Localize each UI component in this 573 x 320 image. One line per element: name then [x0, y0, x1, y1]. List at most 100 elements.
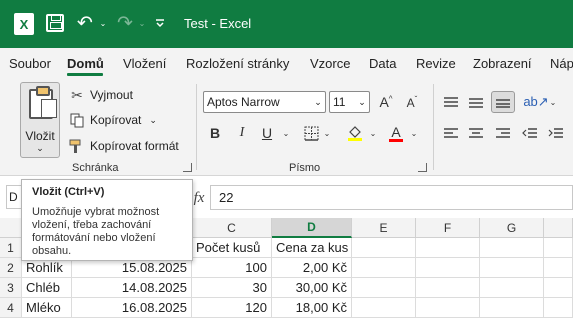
cell-h4[interactable]	[544, 298, 573, 318]
cell-e2[interactable]	[352, 258, 416, 278]
cell-f3[interactable]	[416, 278, 480, 298]
increase-font-size-button[interactable]: A^	[377, 91, 395, 113]
cell-h2[interactable]	[544, 258, 573, 278]
cell-b2[interactable]: 15.08.2025	[72, 258, 192, 278]
tab-domu[interactable]: Domů	[67, 56, 104, 71]
title-bar: X ↶ ⌄ ↷ ⌄ Test - Excel	[0, 0, 573, 48]
underline-dropdown-icon[interactable]: ⌄	[281, 122, 291, 144]
decrease-indent-icon	[522, 128, 537, 138]
tab-soubor[interactable]: Soubor	[9, 56, 51, 71]
cell-c3[interactable]: 30	[192, 278, 272, 298]
row-header-2[interactable]: 2	[0, 258, 22, 278]
active-tab-indicator	[67, 73, 103, 76]
tab-data[interactable]: Data	[369, 56, 396, 71]
clipboard-dialog-launcher-icon[interactable]	[183, 163, 192, 172]
row-header-1[interactable]: 1	[0, 238, 22, 258]
cell-h3[interactable]	[544, 278, 573, 298]
tab-vlozeni[interactable]: Vložení	[123, 56, 166, 71]
align-center-button[interactable]	[466, 122, 486, 144]
align-right-button[interactable]	[493, 122, 513, 144]
decrease-font-size-button[interactable]: Aˇ	[403, 91, 421, 113]
column-header-f[interactable]: F	[416, 218, 480, 238]
cell-h1[interactable]	[544, 238, 573, 258]
excel-logo-icon[interactable]: X	[14, 13, 34, 35]
cell-d3[interactable]: 30,00 Kč	[272, 278, 352, 298]
chevron-down-icon[interactable]: ⌄	[21, 143, 59, 154]
tab-rozlozeni-stranky[interactable]: Rozložení stránky	[186, 56, 289, 71]
tab-vzorce[interactable]: Vzorce	[310, 56, 350, 71]
select-all-corner[interactable]	[0, 218, 22, 238]
borders-dropdown-icon[interactable]: ⌄	[322, 122, 332, 144]
cell-e1[interactable]	[352, 238, 416, 258]
borders-button[interactable]	[302, 122, 320, 144]
font-color-dropdown-icon[interactable]: ⌄	[409, 122, 419, 144]
cell-g3[interactable]	[480, 278, 544, 298]
italic-button[interactable]: I	[234, 122, 250, 144]
align-middle-button[interactable]	[466, 91, 486, 113]
row-header-4[interactable]: 4	[0, 298, 22, 318]
underline-button[interactable]: U	[259, 122, 275, 144]
copy-icon	[68, 112, 86, 128]
bold-button[interactable]: B	[207, 122, 223, 144]
tab-zobrazeni[interactable]: Zobrazení	[473, 56, 532, 71]
cell-c2[interactable]: 100	[192, 258, 272, 278]
cell-f2[interactable]	[416, 258, 480, 278]
undo-dropdown-icon[interactable]: ⌄	[98, 16, 108, 30]
name-box[interactable]: D	[6, 185, 22, 209]
redo-dropdown-icon[interactable]: ⌄	[137, 16, 147, 30]
group-divider	[196, 84, 197, 170]
column-header-d[interactable]: D	[272, 218, 352, 238]
orientation-button[interactable]: ab↗	[523, 91, 548, 113]
align-top-button[interactable]	[441, 91, 461, 113]
cell-c4[interactable]: 120	[192, 298, 272, 318]
orientation-dropdown-icon[interactable]: ⌄	[548, 91, 558, 113]
cell-c1[interactable]: Počet kusů	[192, 238, 272, 258]
decrease-indent-button[interactable]	[520, 122, 540, 144]
cell-g4[interactable]	[480, 298, 544, 318]
cell-b4[interactable]: 16.08.2025	[72, 298, 192, 318]
column-header-g[interactable]: G	[480, 218, 544, 238]
format-painter-button[interactable]: Kopírovat formát	[68, 136, 179, 156]
align-bottom-button[interactable]	[491, 91, 515, 113]
cell-f1[interactable]	[416, 238, 480, 258]
cell-d2[interactable]: 2,00 Kč	[272, 258, 352, 278]
copy-dropdown-icon[interactable]: ⌄	[149, 115, 157, 126]
cell-d4[interactable]: 18,00 Kč	[272, 298, 352, 318]
formula-input[interactable]: 22	[210, 185, 573, 210]
fill-color-dropdown-icon[interactable]: ⌄	[368, 122, 378, 144]
undo-icon[interactable]: ↶	[74, 12, 96, 34]
more-icon[interactable]	[152, 14, 168, 32]
paste-tooltip: Vložit (Ctrl+V) Umožňuje vybrat možnost …	[21, 179, 193, 261]
cell-e4[interactable]	[352, 298, 416, 318]
cell-f4[interactable]	[416, 298, 480, 318]
increase-indent-button[interactable]	[546, 122, 566, 144]
font-dialog-launcher-icon[interactable]	[418, 163, 427, 172]
column-header-c[interactable]: C	[192, 218, 272, 238]
tab-napoveda[interactable]: Náp	[550, 56, 573, 71]
redo-icon[interactable]: ↷	[114, 12, 136, 34]
increase-font-icon: A^	[379, 94, 393, 110]
decrease-font-icon: Aˇ	[406, 94, 418, 110]
fill-color-button[interactable]	[346, 122, 364, 144]
cell-b3[interactable]: 14.08.2025	[72, 278, 192, 298]
cell-g1[interactable]	[480, 238, 544, 258]
scissors-icon: ✂	[71, 86, 83, 103]
cell-a4[interactable]: Mléko	[22, 298, 72, 318]
copy-button[interactable]: Kopírovat ⌄	[68, 110, 157, 130]
tab-revize[interactable]: Revize	[416, 56, 456, 71]
cut-button[interactable]: ✂ Vyjmout	[68, 85, 133, 105]
cell-e3[interactable]	[352, 278, 416, 298]
cell-g2[interactable]	[480, 258, 544, 278]
cell-a3[interactable]: Chléb	[22, 278, 72, 298]
font-color-button[interactable]: A	[387, 122, 405, 144]
column-header-h[interactable]	[544, 218, 573, 238]
cell-d1[interactable]: Cena za kus	[272, 238, 352, 258]
paste-button[interactable]: Vložit ⌄	[20, 82, 60, 158]
font-family-select[interactable]: Aptos Narrow ⌄	[203, 91, 326, 113]
save-icon[interactable]	[46, 14, 64, 32]
font-size-select[interactable]: 11 ⌄	[329, 91, 370, 113]
row-header-3[interactable]: 3	[0, 278, 22, 298]
column-header-e[interactable]: E	[352, 218, 416, 238]
cell-a2[interactable]: Rohlík	[22, 258, 72, 278]
align-left-button[interactable]	[441, 122, 461, 144]
